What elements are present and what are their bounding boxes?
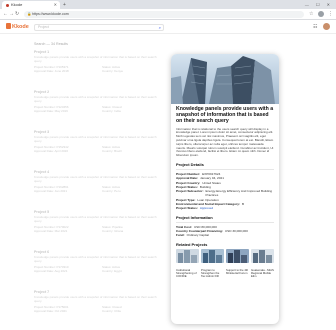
project-card-meta: Project Number: P162891 Status: Active App… (34, 185, 164, 193)
detail-value: Energy-Energy Efficiency And Improved Bu… (205, 189, 273, 198)
detail-label: Fund: (176, 233, 185, 238)
site-header: Kkode Project ⌕ ☷ (0, 20, 336, 34)
back-icon[interactable]: ← (3, 11, 8, 18)
project-card-meta: Project Number: P173310 Status: Active App… (34, 265, 164, 273)
project-card-meta: Project Number: P152342 Status: Active App… (34, 145, 164, 153)
project-card-description: Knowledge panels provide users with a sn… (34, 255, 157, 263)
related-project-caption[interactable]: Support to the 4th Ministerial Forum (226, 268, 249, 276)
detail-value: Ordinary Capital (186, 233, 209, 238)
related-project-caption[interactable]: Institutional Strengthening of COFIDE (176, 268, 199, 279)
project-card-description: Knowledge panels provide users with a sn… (34, 55, 157, 63)
project-card-description: Knowledge panels provide users with a sn… (34, 215, 157, 223)
apps-grid-icon[interactable]: ☷ (313, 24, 317, 30)
meta-country: Country: Ghana (102, 228, 124, 233)
search-placeholder: Project (38, 25, 49, 29)
forward-icon[interactable]: → (9, 11, 14, 18)
related-project-thumbnail[interactable] (226, 248, 249, 263)
project-card-description: Knowledge panels provide users with a sn… (34, 135, 157, 143)
window-controls[interactable]: — ☐ ✕ (305, 1, 333, 8)
related-project-thumbnail[interactable] (251, 248, 274, 263)
tab-title: Kkode (11, 2, 23, 7)
project-card[interactable]: Project 1 Knowledge panels provide users … (34, 50, 164, 88)
related-project-thumbnail[interactable] (201, 248, 224, 263)
detail-value: USD 30,000,000 (224, 228, 248, 233)
detail-value[interactable]: Approved (200, 206, 213, 210)
user-avatar[interactable] (323, 23, 330, 30)
related-projects-list: Institutional Strengthening of COFIDE Pro… (176, 248, 274, 279)
related-project-item[interactable]: Program to Strengthen the Tax Admin DR (201, 248, 224, 279)
project-card-description: Knowledge panels provide users with a sn… (34, 95, 157, 103)
meta-approval-date: Approval Date: May 2019 (34, 108, 68, 113)
detail-value: B (241, 202, 245, 207)
search-input[interactable]: Project ⌕ (34, 24, 164, 31)
browser-menu-icon[interactable]: ⋮ (328, 11, 333, 18)
lock-icon: 🔒 (27, 12, 32, 16)
project-card-meta: Project Number: P170022 Status: Pipeline A… (34, 225, 164, 233)
project-information-heading: Project Information (176, 214, 213, 220)
page-content: Kkode Project ⌕ ☷ Search — 34 Results Pr… (0, 20, 336, 330)
project-information-list: Total Cost: USD 80,000,000 Country Counter… (176, 225, 274, 238)
project-card-meta: Project Number: P175001 Status: Closed App… (34, 305, 164, 313)
related-project-thumbnail[interactable] (176, 248, 199, 263)
related-project-item[interactable]: Support to the 4th Ministerial Forum (226, 248, 249, 279)
hero-buildings-image (171, 54, 279, 104)
project-card[interactable]: Project 4 Knowledge panels provide users … (34, 170, 164, 208)
logo-mark-icon (6, 23, 11, 29)
meta-approval-date: Approval Date: April 2020 (34, 148, 69, 153)
tab-close-icon[interactable]: ✕ (54, 1, 57, 9)
related-project-item[interactable]: Guatemala - MiAS Regional Mobile Elim (251, 248, 274, 279)
project-card-description: Knowledge panels provide users with a sn… (34, 175, 157, 183)
detail-row: Project Status: Approved (176, 206, 274, 210)
browser-tab[interactable]: Kkode ✕ (2, 1, 60, 9)
related-project-item[interactable]: Institutional Strengthening of COFIDE (176, 248, 199, 279)
project-details-list: Project Number: EXP0917624 Approval Date: J… (176, 172, 274, 211)
divider (176, 168, 274, 170)
project-details-heading: Project Details (176, 161, 204, 167)
url-field[interactable]: 🔒 https://www.kkode.com (24, 11, 304, 18)
site-favicon-icon (6, 3, 9, 7)
project-card[interactable]: Project 5 Knowledge panels provide users … (34, 210, 164, 248)
project-card-meta: Project Number: P123456 Status: Closed App… (34, 105, 164, 113)
panel-title: Knowledge panels provide users with a sn… (176, 106, 274, 125)
detail-row: Project Subsector: Energy-Energy Efficien… (176, 189, 274, 198)
project-card[interactable]: Project 7 Knowledge panels provide users … (34, 290, 164, 328)
divider (176, 221, 274, 223)
meta-approval-date: Approval Date: Oct 2021 (34, 308, 67, 313)
bookmark-star-icon[interactable]: ☆ (309, 11, 313, 18)
related-project-caption[interactable]: Program to Strengthen the Tax Admin DR (201, 268, 224, 279)
reload-icon[interactable]: ↻ (15, 11, 19, 18)
project-card-meta: Project Number: P105371 Status: Active App… (34, 65, 164, 73)
meta-approval-date: Approval Date: Jan 2021 (34, 188, 68, 193)
meta-country: Country: Chile (102, 308, 122, 313)
new-tab-button[interactable]: + (63, 1, 66, 9)
related-projects-heading: Related Projects (176, 241, 208, 247)
project-card[interactable]: Project 2 Knowledge panels provide users … (34, 90, 164, 128)
meta-country: Country: Kenya (102, 68, 123, 73)
site-logo[interactable]: Kkode (6, 23, 29, 31)
meta-approval-date: Approval Date: June 2018 (34, 68, 69, 73)
meta-approval-date: Approval Date: Mar 2021 (34, 228, 68, 233)
address-bar-row: ← → ↻ 🔒 https://www.kkode.com ☆ ⋮ (0, 9, 336, 20)
meta-country: Country: India (102, 108, 121, 113)
knowledge-panel: Knowledge panels provide users with a sn… (171, 54, 279, 324)
meta-country: Country: Egypt (102, 268, 122, 273)
meta-approval-date: Approval Date: Aug 2021 (34, 268, 68, 273)
meta-country: Country: Peru (102, 188, 121, 193)
extension-icon[interactable] (318, 11, 324, 17)
detail-row: Fund: Ordinary Capital (176, 233, 274, 237)
panel-body: Knowledge panels provide users with a sn… (176, 106, 274, 279)
url-text: https://www.kkode.com (32, 12, 69, 16)
detail-label: Project Status: (176, 206, 198, 211)
project-card[interactable]: Project 6 Knowledge panels provide users … (34, 250, 164, 288)
results-count: Search — 34 Results (34, 42, 68, 46)
project-card-description: Knowledge panels provide users with a sn… (34, 295, 157, 303)
detail-label: Project Subsector: (176, 189, 204, 194)
logo-text: Kkode (12, 24, 29, 30)
related-project-caption[interactable]: Guatemala - MiAS Regional Mobile Elim (251, 268, 274, 279)
meta-country: Country: Brazil (102, 148, 122, 153)
browser-tab-bar: Kkode ✕ + — ☐ ✕ (0, 0, 336, 9)
search-icon[interactable]: ⌕ (159, 25, 161, 30)
project-card[interactable]: Project 3 Knowledge panels provide users … (34, 130, 164, 168)
panel-description: Information that is relational to the us… (176, 126, 274, 158)
